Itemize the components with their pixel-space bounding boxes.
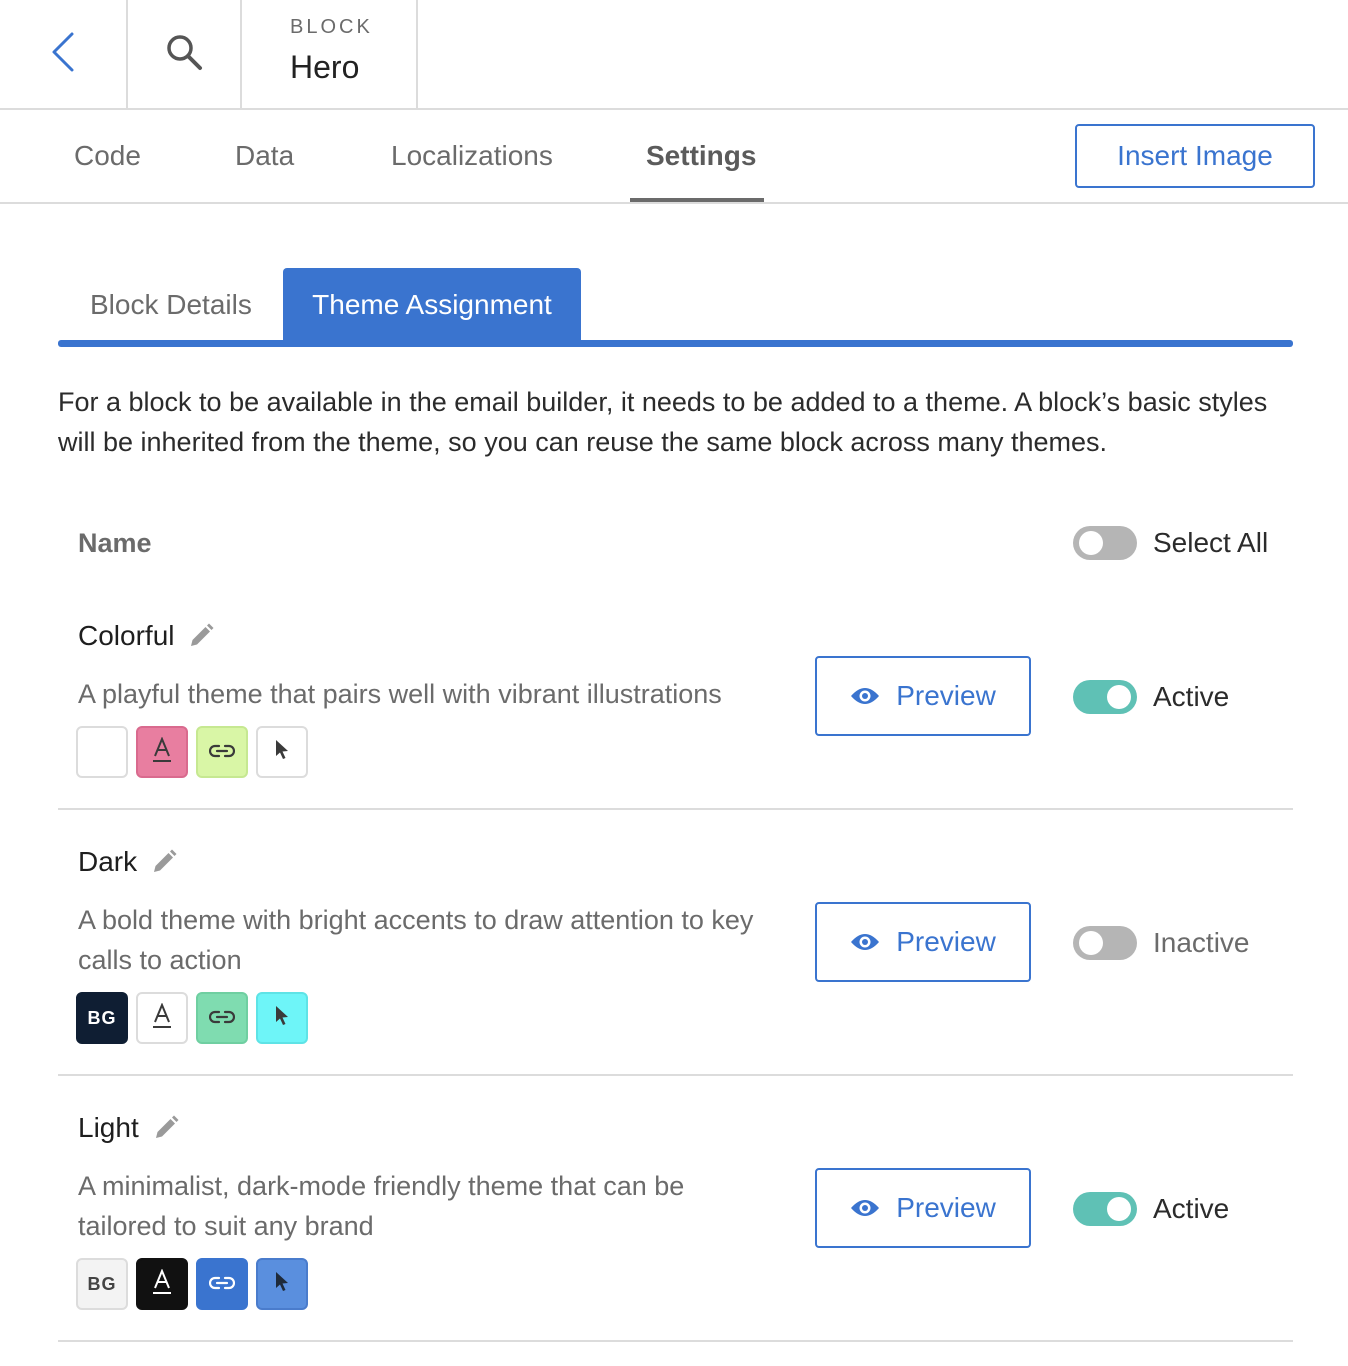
- theme-name: Colorful: [78, 620, 214, 652]
- theme-description: A minimalist, dark-mode friendly theme t…: [78, 1171, 685, 1241]
- status-toggle[interactable]: [1073, 1192, 1137, 1226]
- link-color-swatch[interactable]: [196, 1258, 248, 1310]
- primary-tabs: Code Data Localizations Settings Insert …: [0, 110, 1348, 204]
- block-name: Hero: [290, 49, 360, 85]
- theme-row-dark: Dark A bold theme with bright accents to…: [58, 810, 1293, 1076]
- name-column-header: Name: [78, 528, 152, 558]
- active-tab-indicator: [630, 198, 764, 202]
- subtab-theme-assignment[interactable]: Theme Assignment: [283, 268, 581, 342]
- subtab-divider: [58, 340, 1293, 347]
- link-icon: [208, 1274, 236, 1295]
- theme-name: Dark: [78, 846, 177, 878]
- text-color-icon: [151, 1267, 173, 1300]
- chevron-left-icon: [50, 31, 76, 78]
- button-color-swatch[interactable]: [256, 726, 308, 778]
- select-all: Select All: [1073, 526, 1268, 560]
- tab-code[interactable]: Code: [74, 110, 141, 202]
- background-color-swatch[interactable]: [76, 726, 128, 778]
- theme-description: A bold theme with bright accents to draw…: [78, 905, 754, 975]
- select-all-label: Select All: [1153, 527, 1269, 558]
- preview-label: Preview: [896, 1192, 996, 1223]
- background-color-swatch[interactable]: BG: [76, 992, 128, 1044]
- link-icon: [208, 1008, 236, 1029]
- block-eyebrow: BLOCK: [290, 16, 373, 38]
- status-toggle[interactable]: [1073, 926, 1137, 960]
- cursor-icon: [274, 1005, 290, 1032]
- text-color-swatch[interactable]: [136, 726, 188, 778]
- theme-status: Inactive: [1073, 926, 1250, 960]
- preview-button[interactable]: Preview: [815, 1168, 1031, 1248]
- status-label: Active: [1153, 1193, 1230, 1224]
- button-color-swatch[interactable]: [256, 1258, 308, 1310]
- tab-localizations[interactable]: Localizations: [391, 110, 553, 202]
- preview-button[interactable]: Preview: [815, 902, 1031, 982]
- eye-icon: [850, 686, 880, 706]
- tab-settings[interactable]: Settings: [646, 110, 756, 202]
- block-title: BLOCK Hero: [242, 0, 418, 108]
- link-color-swatch[interactable]: [196, 726, 248, 778]
- theme-status: Active: [1073, 680, 1229, 714]
- link-color-swatch[interactable]: [196, 992, 248, 1044]
- theme-name-label: Colorful: [78, 620, 175, 651]
- search-button[interactable]: [128, 0, 242, 108]
- theme-name-label: Dark: [78, 846, 138, 877]
- back-button[interactable]: [0, 0, 128, 108]
- eye-icon: [850, 932, 880, 952]
- button-color-swatch[interactable]: [256, 992, 308, 1044]
- settings-subtabs: Block Details Theme Assignment: [58, 268, 1293, 348]
- text-color-swatch[interactable]: [136, 992, 188, 1044]
- intro-text: For a block to be available in the email…: [58, 387, 1268, 457]
- toggle-knob: [1079, 931, 1103, 955]
- theme-swatches: BG: [76, 992, 308, 1044]
- theme-swatches: BG: [76, 1258, 308, 1310]
- pencil-icon[interactable]: [151, 849, 177, 875]
- background-color-swatch[interactable]: BG: [76, 1258, 128, 1310]
- text-color-icon: [151, 735, 173, 768]
- theme-name-label: Light: [78, 1112, 139, 1143]
- status-label: Inactive: [1153, 927, 1250, 958]
- tab-data[interactable]: Data: [235, 110, 294, 202]
- status-label: Active: [1153, 681, 1230, 712]
- link-icon: [208, 742, 236, 763]
- status-toggle[interactable]: [1073, 680, 1137, 714]
- search-icon: [165, 33, 203, 76]
- cursor-icon: [274, 1271, 290, 1298]
- theme-name: Light: [78, 1112, 179, 1144]
- top-header: BLOCK Hero: [0, 0, 1348, 110]
- text-color-swatch[interactable]: [136, 1258, 188, 1310]
- theme-row-colorful: Colorful A playful theme that pairs well…: [58, 590, 1293, 810]
- theme-description: A playful theme that pairs well with vib…: [78, 679, 722, 709]
- text-color-icon: [151, 1001, 173, 1034]
- eye-icon: [850, 1198, 880, 1218]
- select-all-toggle[interactable]: [1073, 526, 1137, 560]
- preview-label: Preview: [896, 926, 996, 957]
- toggle-knob: [1079, 531, 1103, 555]
- insert-image-button[interactable]: Insert Image: [1075, 124, 1315, 188]
- pencil-icon[interactable]: [153, 1115, 179, 1141]
- theme-status: Active: [1073, 1192, 1229, 1226]
- cursor-icon: [274, 739, 290, 766]
- subtab-block-details[interactable]: Block Details: [90, 268, 252, 342]
- theme-swatches: [76, 726, 308, 778]
- theme-row-light: Light A minimalist, dark-mode friendly t…: [58, 1076, 1293, 1342]
- toggle-knob: [1107, 685, 1131, 709]
- toggle-knob: [1107, 1197, 1131, 1221]
- preview-label: Preview: [896, 680, 996, 711]
- pencil-icon[interactable]: [188, 623, 214, 649]
- preview-button[interactable]: Preview: [815, 656, 1031, 736]
